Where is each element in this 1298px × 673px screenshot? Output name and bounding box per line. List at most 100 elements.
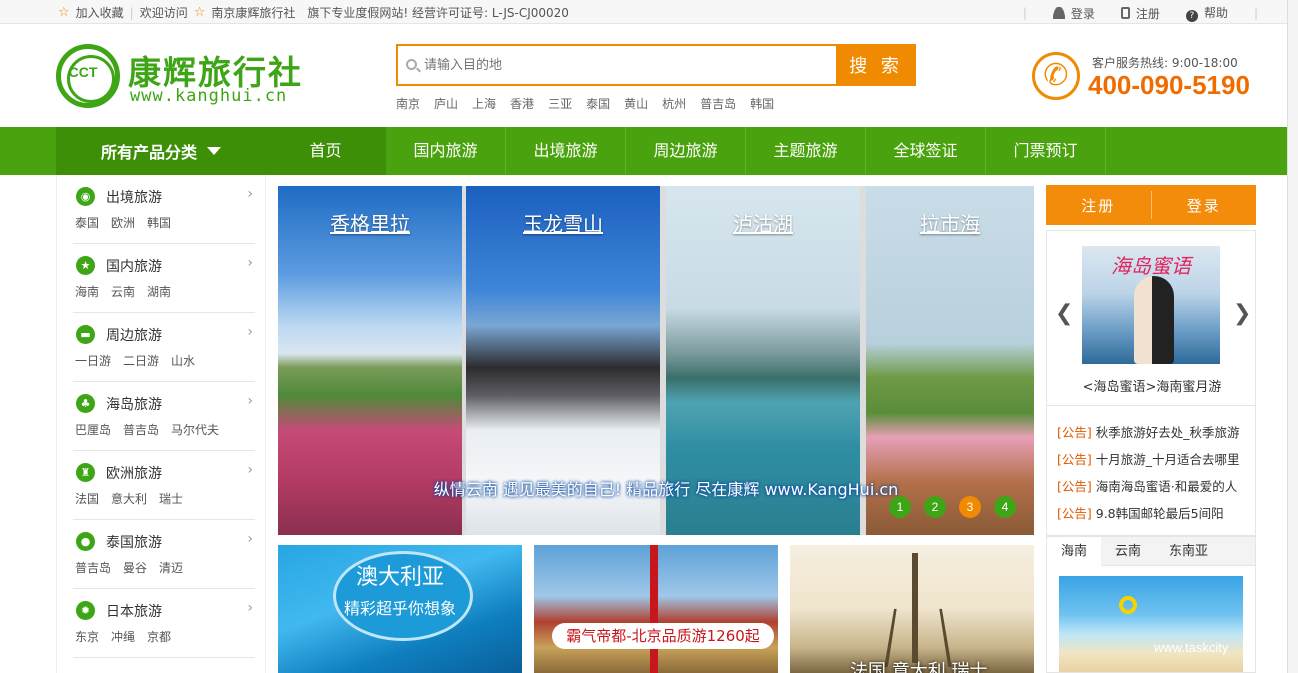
- top-help-link[interactable]: ? 帮助: [1185, 4, 1228, 22]
- category-sub-link[interactable]: 海南: [75, 283, 99, 300]
- notice-text: 秋季旅游好去处_秋季旅游: [1095, 425, 1240, 440]
- category-title[interactable]: 泰国旅游: [106, 532, 162, 552]
- carousel-dot-active[interactable]: 3: [959, 496, 981, 518]
- hot-destination-link[interactable]: 上海: [472, 95, 496, 112]
- category-item[interactable]: ● 泰国旅游 › 普吉岛 曼谷 清迈: [73, 520, 255, 589]
- category-sub-link[interactable]: 东京: [75, 628, 99, 645]
- hot-destination-link[interactable]: 黄山: [624, 95, 648, 112]
- category-sub-link[interactable]: 普吉岛: [75, 559, 111, 576]
- category-sub-link[interactable]: 山水: [171, 352, 195, 369]
- hot-destination-link[interactable]: 南京: [396, 95, 420, 112]
- search-button[interactable]: 搜 索: [836, 44, 916, 86]
- category-sub-link[interactable]: 二日游: [123, 352, 159, 369]
- category-title[interactable]: 出境旅游: [106, 187, 162, 207]
- prev-arrow-icon[interactable]: ❮: [1055, 301, 1073, 326]
- next-arrow-icon[interactable]: ❯: [1233, 301, 1251, 326]
- banner-panel-title[interactable]: 玉龙雪山: [466, 208, 660, 237]
- category-title[interactable]: 海岛旅游: [106, 394, 162, 414]
- nav-item-tickets[interactable]: 门票预订: [986, 127, 1106, 175]
- star-icon: ☆: [193, 5, 206, 20]
- hero-carousel[interactable]: 香格里拉 玉龙雪山 泸沽湖 拉市海 纵情云南 遇见最美的自己! 精品旅行 尽在康…: [278, 186, 1034, 535]
- featured-product: ❮ 海岛蜜语 ❯ <海岛蜜语>海南蜜月游: [1046, 230, 1256, 406]
- swim-ring-icon: [1119, 596, 1137, 614]
- nav-item-outbound[interactable]: 出境旅游: [506, 127, 626, 175]
- category-item[interactable]: ♜ 欧洲旅游 › 法国 意大利 瑞士: [73, 451, 255, 520]
- category-sub-link[interactable]: 曼谷: [123, 559, 147, 576]
- hot-destinations: 南京 庐山 上海 香港 三亚 泰国 黄山 杭州 普吉岛 韩国: [396, 95, 774, 112]
- tab-yunnan[interactable]: 云南: [1101, 537, 1155, 566]
- chevron-right-icon: ›: [247, 531, 253, 547]
- hot-destination-link[interactable]: 杭州: [662, 95, 686, 112]
- nav-item-visa[interactable]: 全球签证: [866, 127, 986, 175]
- category-sub-link[interactable]: 瑞士: [159, 490, 183, 507]
- category-sub-link[interactable]: 湖南: [147, 283, 171, 300]
- nav-item-home[interactable]: 首页: [266, 127, 386, 175]
- login-button[interactable]: 登录: [1152, 185, 1257, 225]
- category-title[interactable]: 国内旅游: [106, 256, 162, 276]
- category-sub-link[interactable]: 法国: [75, 490, 99, 507]
- category-sub-link[interactable]: 巴厘岛: [75, 421, 111, 438]
- scrollbar[interactable]: [1287, 0, 1298, 673]
- hot-destination-link[interactable]: 香港: [510, 95, 534, 112]
- category-sub-link[interactable]: 泰国: [75, 214, 99, 231]
- promo-tile-europe[interactable]: 法国 意大利 瑞士: [790, 545, 1034, 673]
- region-picture[interactable]: [1046, 566, 1256, 673]
- promo-tile-beijing[interactable]: 霸气帝都-北京品质游1260起: [534, 545, 778, 673]
- nav-item-nearby[interactable]: 周边旅游: [626, 127, 746, 175]
- star-icon: ☆: [58, 5, 70, 20]
- top-login-link[interactable]: 登录: [1052, 5, 1095, 22]
- banner-panel-title[interactable]: 拉市海: [866, 208, 1034, 237]
- site-logo[interactable]: CCT 康辉旅行社 www.kanghui.cn: [56, 44, 306, 110]
- category-sub-link[interactable]: 一日游: [75, 352, 111, 369]
- chevron-down-icon: [207, 147, 221, 155]
- category-item[interactable]: ✹ 日本旅游 › 东京 冲绳 京都: [73, 589, 255, 658]
- featured-image[interactable]: 海岛蜜语: [1082, 246, 1220, 364]
- category-sub-link[interactable]: 京都: [147, 628, 171, 645]
- hot-destination-link[interactable]: 庐山: [434, 95, 458, 112]
- promo-tile-australia[interactable]: 澳大利亚 精彩超乎你想象: [278, 545, 522, 673]
- category-sub-link[interactable]: 冲绳: [111, 628, 135, 645]
- carousel-dot[interactable]: 4: [994, 496, 1016, 518]
- add-favorite-link[interactable]: 加入收藏: [76, 4, 124, 21]
- carousel-dot[interactable]: 1: [889, 496, 911, 518]
- banner-panel-title[interactable]: 泸沽湖: [666, 208, 860, 237]
- carousel-dot[interactable]: 2: [924, 496, 946, 518]
- category-title[interactable]: 周边旅游: [106, 325, 162, 345]
- category-sub-link[interactable]: 意大利: [111, 490, 147, 507]
- elephant-icon: ●: [76, 532, 95, 551]
- category-item[interactable]: ★ 国内旅游 › 海南 云南 湖南: [73, 244, 255, 313]
- featured-caption[interactable]: <海岛蜜语>海南蜜月游: [1047, 376, 1257, 395]
- search-input[interactable]: [424, 54, 824, 76]
- nav-item-domestic[interactable]: 国内旅游: [386, 127, 506, 175]
- hot-destination-link[interactable]: 三亚: [548, 95, 572, 112]
- category-item[interactable]: ▬ 周边旅游 › 一日游 二日游 山水: [73, 313, 255, 382]
- banner-panel-title[interactable]: 香格里拉: [278, 208, 462, 237]
- category-title[interactable]: 日本旅游: [106, 601, 162, 621]
- tab-hainan[interactable]: 海南: [1047, 537, 1102, 566]
- tab-southeast-asia[interactable]: 东南亚: [1155, 537, 1222, 566]
- nav-item-theme[interactable]: 主题旅游: [746, 127, 866, 175]
- featured-image-text: 海岛蜜语: [1111, 254, 1191, 278]
- all-categories-button[interactable]: 所有产品分类: [56, 127, 266, 175]
- notice-item[interactable]: [公告] 秋季旅游好去处_秋季旅游: [1057, 422, 1247, 441]
- category-sub-link[interactable]: 韩国: [147, 214, 171, 231]
- sun-icon: ✹: [76, 601, 95, 620]
- top-register-link[interactable]: 注册: [1120, 5, 1160, 22]
- top-bar: ☆ 加入收藏 | 欢迎访问 ☆ 南京康辉旅行社 旗下专业度假网站! 经营许可证号…: [0, 0, 1298, 24]
- category-sub-link[interactable]: 欧洲: [111, 214, 135, 231]
- category-sub-link[interactable]: 普吉岛: [123, 421, 159, 438]
- hot-destination-link[interactable]: 韩国: [750, 95, 774, 112]
- register-button[interactable]: 注册: [1046, 185, 1151, 225]
- service-hotline: 客户服务热线: 9:00-18:00 400-090-5190: [1032, 50, 1272, 102]
- category-title[interactable]: 欧洲旅游: [106, 463, 162, 483]
- category-sub-link[interactable]: 马尔代夫: [171, 421, 219, 438]
- category-item[interactable]: ◉ 出境旅游 › 泰国 欧洲 韩国: [73, 175, 255, 244]
- category-sub-link[interactable]: 清迈: [159, 559, 183, 576]
- notice-item[interactable]: [公告] 海南海岛蜜语·和最爱的人: [1057, 476, 1247, 495]
- notice-item[interactable]: [公告] 十月旅游_十月适合去哪里: [1057, 449, 1247, 468]
- hot-destination-link[interactable]: 泰国: [586, 95, 610, 112]
- category-sub-link[interactable]: 云南: [111, 283, 135, 300]
- hot-destination-link[interactable]: 普吉岛: [700, 95, 736, 112]
- category-item[interactable]: ♣ 海岛旅游 › 巴厘岛 普吉岛 马尔代夫: [73, 382, 255, 451]
- notice-item[interactable]: [公告] 9.8韩国邮轮最后5间阳: [1057, 503, 1247, 522]
